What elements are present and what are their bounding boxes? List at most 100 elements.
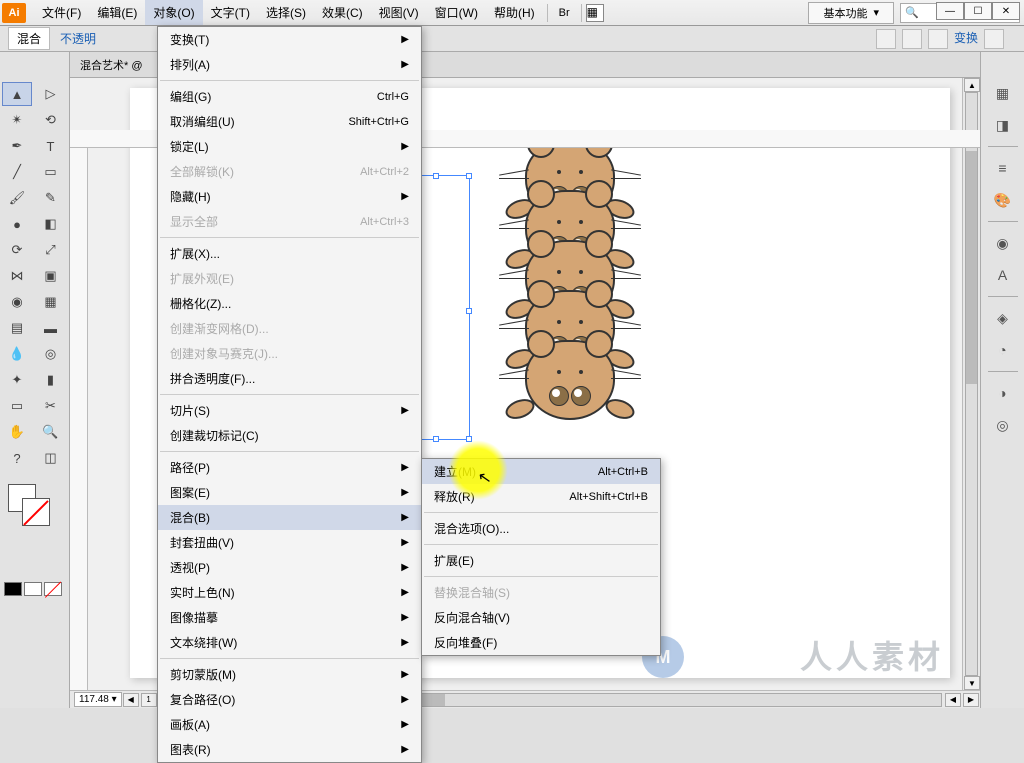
isolate-icon[interactable] — [984, 29, 1004, 49]
blend-tool[interactable]: ◎ — [36, 342, 66, 366]
menu-item: 全部解锁(K)Alt+Ctrl+2 — [158, 159, 421, 184]
blob-brush-tool[interactable]: ● — [2, 212, 32, 236]
menu-type[interactable]: 文字(T) — [203, 0, 258, 25]
align-icon[interactable] — [902, 29, 922, 49]
color-control[interactable] — [0, 480, 69, 530]
menu-item[interactable]: 锁定(L)▶ — [158, 134, 421, 159]
menu-window[interactable]: 窗口(W) — [427, 0, 486, 25]
rectangle-tool[interactable]: ▭ — [36, 160, 66, 184]
vertical-scrollbar[interactable]: ▲▼ — [962, 78, 980, 690]
workspace-switcher[interactable]: 基本功能 ▾ — [808, 2, 894, 24]
free-transform-tool[interactable]: ▣ — [36, 264, 66, 288]
bridge-button[interactable]: Br — [552, 4, 577, 22]
eyedropper-tool[interactable]: 💧 — [2, 342, 32, 366]
pencil-tool[interactable]: ✎ — [36, 186, 66, 210]
submenu-item[interactable]: 建立(M)Alt+Ctrl+B — [422, 459, 660, 484]
zoom-tool[interactable]: 🔍 — [36, 420, 66, 444]
minimize-button[interactable]: — — [936, 2, 964, 20]
stroke-panel-icon[interactable]: ≡ — [988, 155, 1018, 181]
stroke-swatch[interactable] — [22, 498, 50, 526]
window-controls: — ☐ ✕ — [936, 2, 1020, 20]
menu-item[interactable]: 混合(B)▶ — [158, 505, 421, 530]
menu-item[interactable]: 实时上色(N)▶ — [158, 580, 421, 605]
submenu-item[interactable]: 混合选项(O)... — [422, 516, 660, 541]
menu-effect[interactable]: 效果(C) — [314, 0, 371, 25]
menu-item[interactable]: 排列(A)▶ — [158, 52, 421, 77]
menu-item[interactable]: 图像描摹▶ — [158, 605, 421, 630]
unknown-tool[interactable]: ? — [2, 446, 32, 470]
gradient-panel-icon[interactable]: 🎨 — [988, 187, 1018, 213]
menu-item[interactable]: 拼合透明度(F)... — [158, 366, 421, 391]
submenu-item[interactable]: 扩展(E) — [422, 548, 660, 573]
selection-tool[interactable]: ▲ — [2, 82, 32, 106]
submenu-item[interactable]: 释放(R)Alt+Shift+Ctrl+B — [422, 484, 660, 509]
menu-item[interactable]: 取消编组(U)Shift+Ctrl+G — [158, 109, 421, 134]
arrange-docs-button[interactable]: ▦ — [586, 4, 604, 22]
slice-tool[interactable]: ✂ — [36, 394, 66, 418]
menu-item[interactable]: 路径(P)▶ — [158, 455, 421, 480]
mesh-tool[interactable]: ▤ — [2, 316, 32, 340]
close-button[interactable]: ✕ — [992, 2, 1020, 20]
swatches-panel-icon[interactable]: ◨ — [988, 112, 1018, 138]
artboard-nav[interactable]: 1 — [141, 693, 157, 707]
menu-select[interactable]: 选择(S) — [258, 0, 314, 25]
menu-item[interactable]: 变换(T)▶ — [158, 27, 421, 52]
lasso-tool[interactable]: ⟲ — [36, 108, 66, 132]
menu-item[interactable]: 扩展(X)... — [158, 241, 421, 266]
align-icon[interactable] — [876, 29, 896, 49]
gradient-tool[interactable]: ▬ — [36, 316, 66, 340]
prev-artboard-button[interactable]: ◀ — [123, 693, 139, 707]
menu-file[interactable]: 文件(F) — [34, 0, 89, 25]
menu-item[interactable]: 图表(R)▶ — [158, 737, 421, 762]
appearance-panel-icon[interactable]: ◔ — [988, 337, 1018, 363]
menu-item[interactable]: 隐藏(H)▶ — [158, 184, 421, 209]
menu-edit[interactable]: 编辑(E) — [89, 0, 145, 25]
brushes-panel-icon[interactable]: ◉ — [988, 230, 1018, 256]
menu-item[interactable]: 栅格化(Z)... — [158, 291, 421, 316]
zoom-input[interactable]: 117.48 ▾ — [74, 692, 122, 707]
opacity-link[interactable]: 不透明 — [60, 30, 96, 47]
graph-tool[interactable]: ▮ — [36, 368, 66, 392]
width-tool[interactable]: ⋈ — [2, 264, 32, 288]
artboard-tool[interactable]: ▭ — [2, 394, 32, 418]
transparency-panel-icon[interactable]: ◑ — [988, 380, 1018, 406]
menu-item[interactable]: 图案(E)▶ — [158, 480, 421, 505]
magic-wand-tool[interactable]: ✴ — [2, 108, 32, 132]
color-mode-swatches[interactable] — [0, 582, 69, 596]
shape-builder-tool[interactable]: ◉ — [2, 290, 32, 314]
pen-tool[interactable]: ✒ — [2, 134, 32, 158]
align-icon[interactable] — [928, 29, 948, 49]
hand-tool[interactable]: ✋ — [2, 420, 32, 444]
symbols-panel-icon[interactable]: A — [988, 262, 1018, 288]
menu-item[interactable]: 编组(G)Ctrl+G — [158, 84, 421, 109]
menu-item[interactable]: 封套扭曲(V)▶ — [158, 530, 421, 555]
menu-item[interactable]: 切片(S)▶ — [158, 398, 421, 423]
submenu-item[interactable]: 反向堆叠(F) — [422, 630, 660, 655]
graphic-styles-icon[interactable]: ◎ — [988, 412, 1018, 438]
type-tool[interactable]: T — [36, 134, 66, 158]
control-bar: 混合 不透明 变换 — [0, 26, 1024, 52]
menu-item[interactable]: 复合路径(O)▶ — [158, 687, 421, 712]
menu-object[interactable]: 对象(O) — [145, 0, 202, 25]
menu-item[interactable]: 文本绕排(W)▶ — [158, 630, 421, 655]
submenu-item[interactable]: 反向混合轴(V) — [422, 605, 660, 630]
menu-view[interactable]: 视图(V) — [371, 0, 427, 25]
menu-item[interactable]: 透视(P)▶ — [158, 555, 421, 580]
menu-item[interactable]: 剪切蒙版(M)▶ — [158, 662, 421, 687]
direct-selection-tool[interactable]: ▷ — [36, 82, 66, 106]
color-panel-icon[interactable]: ▦ — [988, 80, 1018, 106]
line-tool[interactable]: ╱ — [2, 160, 32, 184]
transform-link[interactable]: 变换 — [954, 29, 978, 49]
menu-help[interactable]: 帮助(H) — [486, 0, 543, 25]
scale-tool[interactable]: ⤢ — [36, 238, 66, 262]
perspective-tool[interactable]: ▦ — [36, 290, 66, 314]
symbol-sprayer-tool[interactable]: ✦ — [2, 368, 32, 392]
layers-panel-icon[interactable]: ◈ — [988, 305, 1018, 331]
rotate-tool[interactable]: ⟳ — [2, 238, 32, 262]
eraser-tool[interactable]: ◧ — [36, 212, 66, 236]
toggle-tool[interactable]: ◫ — [36, 446, 66, 470]
menu-item[interactable]: 画板(A)▶ — [158, 712, 421, 737]
maximize-button[interactable]: ☐ — [964, 2, 992, 20]
paintbrush-tool[interactable]: 🖌 — [2, 186, 32, 210]
menu-item[interactable]: 创建裁切标记(C) — [158, 423, 421, 448]
